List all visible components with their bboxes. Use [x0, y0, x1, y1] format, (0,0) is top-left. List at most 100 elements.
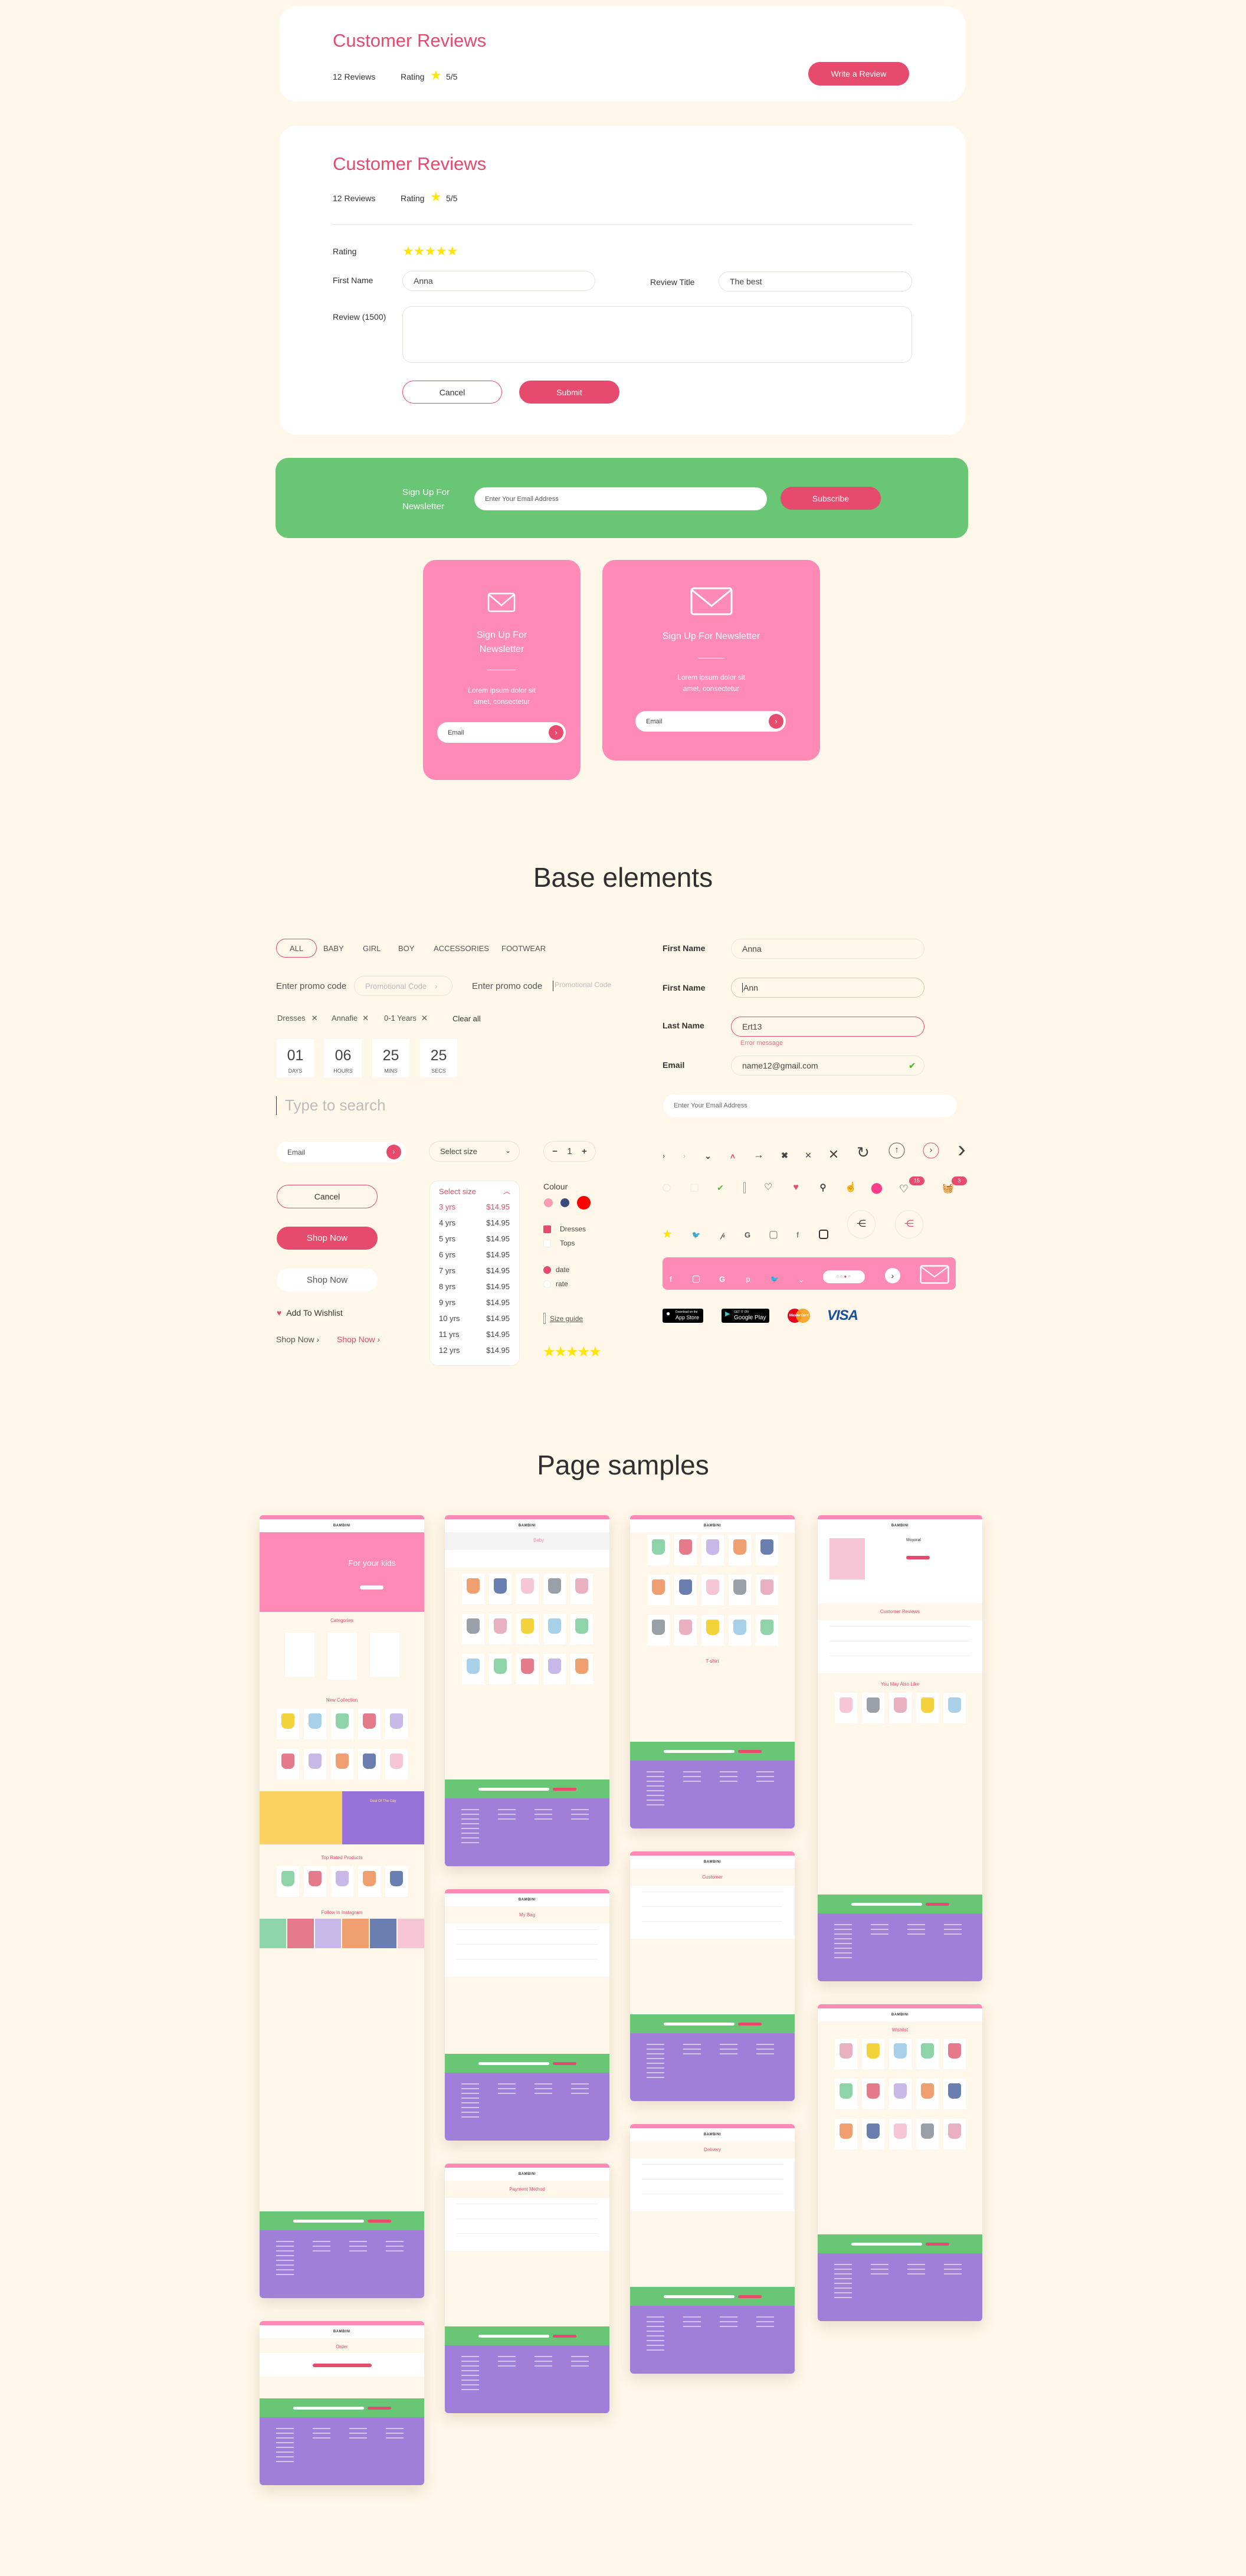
- product-card[interactable]: [916, 1693, 939, 1723]
- newsletter-email-input[interactable]: Enter Your Email Address: [663, 1094, 957, 1117]
- quantity-stepper[interactable]: −1 +: [543, 1141, 596, 1162]
- close-icon[interactable]: ✕: [421, 1014, 428, 1022]
- newsletter-email-input[interactable]: Email ›: [437, 722, 566, 743]
- product-card[interactable]: [543, 1574, 566, 1604]
- product-card[interactable]: [701, 1535, 724, 1565]
- chevron-right-circle-icon[interactable]: ›: [923, 1142, 939, 1159]
- wishlist-heart-icon[interactable]: ♡: [899, 1184, 909, 1194]
- product-card[interactable]: [488, 1654, 511, 1684]
- product-card[interactable]: [303, 1709, 326, 1739]
- tab-accessories[interactable]: ACCESSORIES: [434, 944, 489, 953]
- submit-arrow-button[interactable]: ›: [549, 725, 563, 740]
- chevron-down-icon[interactable]: ⌄: [704, 1152, 711, 1160]
- email-input-valid[interactable]: name12@gmail.com ✔: [731, 1056, 924, 1076]
- review-title-input[interactable]: The best: [719, 271, 912, 291]
- shop-now-link-accent[interactable]: Shop Now ›: [337, 1335, 380, 1344]
- product-card[interactable]: [543, 1614, 566, 1644]
- radio-date[interactable]: [543, 1266, 551, 1274]
- product-card[interactable]: [834, 1693, 857, 1723]
- chevron-right-light-icon[interactable]: ›: [683, 1152, 686, 1160]
- product-card[interactable]: [488, 1574, 511, 1604]
- plus-button[interactable]: +: [582, 1146, 587, 1156]
- product-card[interactable]: [888, 2038, 911, 2069]
- size-option[interactable]: 5 yrs $14.95: [439, 1234, 510, 1243]
- heart-outline-icon[interactable]: ♡: [764, 1183, 772, 1192]
- page-sample-thumbnail[interactable]: BAMBINI Order: [260, 2321, 424, 2485]
- product-card[interactable]: [674, 1575, 697, 1605]
- map-pin-icon[interactable]: ⬤: [871, 1182, 883, 1193]
- product-card[interactable]: [728, 1575, 751, 1605]
- scroll-top-icon[interactable]: ↑: [888, 1142, 905, 1159]
- page-sample-thumbnail[interactable]: BAMBINI Customer: [630, 1851, 795, 2101]
- tab-boy[interactable]: BOY: [398, 944, 414, 953]
- submit-arrow-button[interactable]: ›: [769, 714, 783, 729]
- chevron-right-small-icon[interactable]: ›: [663, 1152, 665, 1160]
- shop-now-button-white[interactable]: Shop Now: [277, 1269, 378, 1292]
- tab-all[interactable]: ALL: [290, 944, 303, 953]
- product-card[interactable]: [701, 1615, 724, 1646]
- chevron-up-icon[interactable]: ˄: [730, 1152, 735, 1161]
- page-sample-thumbnail[interactable]: BAMBINI Wishlist: [818, 2004, 982, 2321]
- heart-filled-icon[interactable]: ♥: [793, 1183, 799, 1192]
- search-input[interactable]: Type to search: [276, 1096, 386, 1115]
- checkbox-dresses[interactable]: [543, 1225, 551, 1233]
- product-card[interactable]: [461, 1654, 484, 1684]
- product-card[interactable]: [943, 2038, 966, 2069]
- filter-chip-age[interactable]: 0-1 Years ✕: [384, 1014, 428, 1023]
- product-card[interactable]: [728, 1615, 751, 1646]
- shop-now-link[interactable]: Shop Now ›: [276, 1335, 319, 1344]
- newsletter-email-input[interactable]: Enter Your Email Address: [474, 487, 767, 510]
- size-option[interactable]: 3 yrs $14.95: [439, 1202, 510, 1211]
- product-card[interactable]: [488, 1614, 511, 1644]
- subscribe-button[interactable]: Subscribe: [781, 487, 881, 510]
- arrow-right-icon[interactable]: →: [753, 1149, 764, 1160]
- chevron-right-large-icon[interactable]: ›: [958, 1138, 965, 1161]
- page-sample-thumbnail[interactable]: BAMBINI Delivery: [630, 2124, 795, 2374]
- search-icon[interactable]: ⚲: [820, 1184, 827, 1192]
- filter-chip-annafie[interactable]: Annafie ✕: [332, 1014, 369, 1023]
- product-card[interactable]: [385, 1866, 408, 1897]
- size-guide-link[interactable]: Size guide: [550, 1315, 583, 1323]
- refresh-icon[interactable]: ↻: [857, 1145, 870, 1160]
- product-card[interactable]: [916, 2119, 939, 2149]
- product-card[interactable]: [516, 1574, 539, 1604]
- next-arrow-button[interactable]: ›: [885, 1268, 900, 1283]
- product-card[interactable]: [461, 1614, 484, 1644]
- product-card[interactable]: [303, 1749, 326, 1779]
- first-name-input[interactable]: Anna: [731, 939, 924, 959]
- minus-button[interactable]: −: [552, 1146, 558, 1156]
- product-card[interactable]: [543, 1654, 566, 1684]
- product-card[interactable]: [358, 1866, 381, 1897]
- tab-footwear[interactable]: FOOTWEAR: [501, 944, 546, 953]
- product-card[interactable]: [647, 1535, 670, 1565]
- tab-girl[interactable]: GIRL: [363, 944, 381, 953]
- close-icon[interactable]: ✕: [312, 1014, 318, 1022]
- instagram-icon[interactable]: [693, 1276, 700, 1283]
- product-card[interactable]: [385, 1749, 408, 1779]
- first-name-input[interactable]: Anna: [402, 271, 595, 291]
- promo-input[interactable]: Promotional Code ›: [354, 976, 453, 996]
- product-card[interactable]: [570, 1654, 593, 1684]
- submit-button[interactable]: Submit: [519, 381, 619, 404]
- submit-arrow-button[interactable]: ›: [386, 1145, 401, 1159]
- page-sample-thumbnail[interactable]: BAMBINI My Bag: [445, 1889, 609, 2141]
- product-card[interactable]: [674, 1535, 697, 1565]
- product-card[interactable]: [916, 2038, 939, 2069]
- add-to-wishlist-link[interactable]: ♥ Add To Wishlist: [277, 1308, 343, 1318]
- product-card[interactable]: [570, 1574, 593, 1604]
- product-card[interactable]: [385, 1709, 408, 1739]
- product-card[interactable]: [834, 2079, 857, 2109]
- product-card[interactable]: [916, 2079, 939, 2109]
- product-card[interactable]: [755, 1575, 778, 1605]
- product-card[interactable]: [943, 2079, 966, 2109]
- size-option[interactable]: 6 yrs $14.95: [439, 1250, 510, 1259]
- product-card[interactable]: [701, 1575, 724, 1605]
- product-card[interactable]: [888, 2079, 911, 2109]
- share-icon[interactable]: ⋲: [847, 1210, 876, 1238]
- product-card[interactable]: [276, 1749, 299, 1779]
- radio-rate[interactable]: [543, 1280, 551, 1288]
- cancel-button[interactable]: Cancel: [402, 381, 502, 404]
- product-card[interactable]: [303, 1866, 326, 1897]
- twitter-icon[interactable]: 🐦: [770, 1276, 779, 1283]
- product-card[interactable]: [943, 2119, 966, 2149]
